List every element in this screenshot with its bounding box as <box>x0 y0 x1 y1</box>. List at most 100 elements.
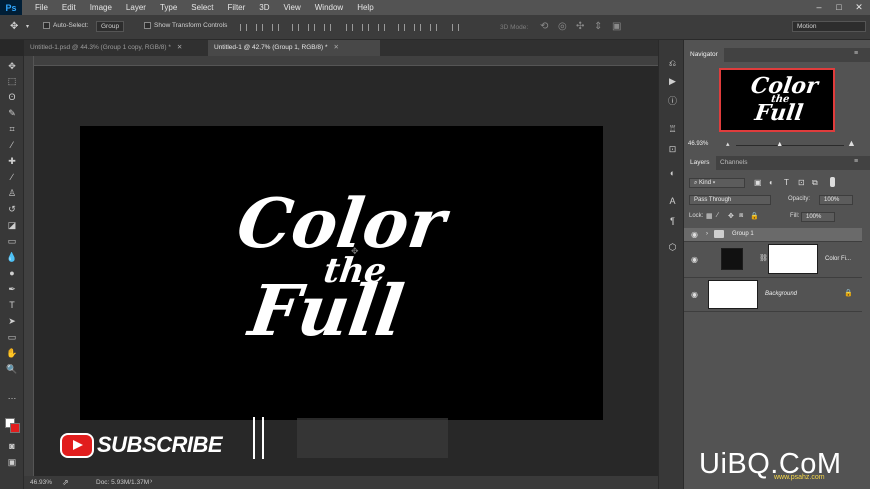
tab-channels[interactable]: Channels <box>714 156 753 170</box>
distribute-center-icon[interactable] <box>362 24 369 31</box>
menu-layer[interactable]: Layer <box>119 3 153 12</box>
3d-icon[interactable]: ⬡ <box>667 242 678 253</box>
chevron-right-icon[interactable]: › <box>150 478 152 485</box>
show-transform-checkbox[interactable] <box>144 22 151 29</box>
more-tools-icon[interactable]: … <box>5 390 19 403</box>
menu-help[interactable]: Help <box>350 3 380 12</box>
export-icon[interactable]: ⇗ <box>62 478 69 487</box>
eye-icon[interactable]: ◉ <box>691 255 700 264</box>
move-tool-icon[interactable]: ✥ <box>5 60 19 73</box>
lock-image-icon[interactable]: ∕ <box>717 212 718 219</box>
paragraph-icon[interactable]: ¶ <box>667 216 678 227</box>
path-selection-tool-icon[interactable]: ➤ <box>5 315 19 328</box>
chevron-right-icon[interactable]: › <box>706 231 708 237</box>
eye-icon[interactable]: ◉ <box>691 230 700 239</box>
type-filter-icon[interactable]: T <box>784 178 789 187</box>
smart-object-filter-icon[interactable]: ⧉ <box>812 178 818 188</box>
align-right-icon[interactable] <box>324 24 331 31</box>
pen-tool-icon[interactable]: ✒ <box>5 283 19 296</box>
chevron-down-icon[interactable]: ▾ <box>26 23 29 30</box>
info-icon[interactable]: ⓘ <box>667 96 678 107</box>
type-tool-icon[interactable]: T <box>5 299 19 312</box>
3d-slide-icon[interactable]: ⇕ <box>594 21 602 32</box>
menu-file[interactable]: File <box>28 3 55 12</box>
eraser-tool-icon[interactable]: ◪ <box>5 219 19 232</box>
dodge-tool-icon[interactable]: ● <box>5 267 19 280</box>
menu-filter[interactable]: Filter <box>221 3 253 12</box>
pixel-filter-icon[interactable]: ▣ <box>754 178 762 187</box>
tab-untitled-1-psd[interactable]: Untitled-1.psd @ 44.3% (Group 1 copy, RG… <box>24 40 207 56</box>
align-vertical-center-icon[interactable] <box>256 24 263 31</box>
auto-select-dropdown[interactable]: Group <box>96 21 125 32</box>
move-tool-icon[interactable]: ✥ <box>10 21 18 32</box>
healing-brush-tool-icon[interactable]: ✚ <box>5 155 19 168</box>
align-left-icon[interactable] <box>292 24 299 31</box>
maximize-button[interactable]: □ <box>830 0 848 15</box>
zoom-out-icon[interactable]: ▴ <box>726 140 730 148</box>
align-bottom-icon[interactable] <box>272 24 279 31</box>
close-icon[interactable]: ✕ <box>177 44 182 51</box>
character-icon[interactable]: A <box>667 196 678 207</box>
auto-select-checkbox[interactable] <box>43 22 50 29</box>
brush-tool-icon[interactable]: ∕ <box>5 171 19 184</box>
background-color-swatch[interactable] <box>10 423 20 433</box>
zoom-level[interactable]: 46.93% <box>30 479 52 486</box>
shape-filter-icon[interactable]: ⊡ <box>798 178 805 187</box>
history-brush-tool-icon[interactable]: ↺ <box>5 203 19 216</box>
gradient-tool-icon[interactable]: ▭ <box>5 235 19 248</box>
lasso-tool-icon[interactable]: ʘ <box>5 91 19 104</box>
panel-menu-icon[interactable]: ≡ <box>854 50 858 57</box>
distribute-top-icon[interactable] <box>346 24 353 31</box>
navigator-thumbnail[interactable]: Color the Full <box>719 68 835 132</box>
adjustment-filter-icon[interactable]: ◐ <box>769 178 774 187</box>
menu-image[interactable]: Image <box>83 3 119 12</box>
panel-menu-icon[interactable]: ≡ <box>854 158 858 165</box>
layer-filter-dropdown[interactable]: ⌕ Kind ▾ <box>689 178 745 188</box>
document-canvas[interactable]: Color the Full ✥ <box>80 126 603 420</box>
quick-select-tool-icon[interactable]: ✎ <box>5 107 19 120</box>
distribute-bottom-icon[interactable] <box>378 24 385 31</box>
menu-window[interactable]: Window <box>308 3 350 12</box>
play-icon[interactable]: ▶ <box>667 76 678 87</box>
fill-input[interactable]: 100% <box>801 212 835 222</box>
link-icon[interactable]: ⛓ <box>759 254 768 262</box>
align-top-icon[interactable] <box>240 24 247 31</box>
menu-3d[interactable]: 3D <box>252 3 276 12</box>
tab-untitled-1[interactable]: Untitled-1 @ 42.7% (Group 1, RGB/8) * ✕ <box>208 40 380 56</box>
auto-align-icon[interactable] <box>452 24 459 31</box>
layer-row-background[interactable]: ◉ Background 🔒 <box>684 278 862 312</box>
layer-mask-thumbnail[interactable] <box>768 244 818 274</box>
3d-scale-icon[interactable]: ▣ <box>612 21 621 32</box>
navigator-zoom-value[interactable]: 46.93% <box>688 141 708 147</box>
zoom-tool-icon[interactable]: 🔍 <box>5 363 19 376</box>
layer-row-color-fill[interactable]: ◉ ⛓ Color Fi... <box>684 242 862 278</box>
crop-tool-icon[interactable]: ⌗ <box>5 123 19 136</box>
menu-type[interactable]: Type <box>153 3 184 12</box>
align-horizontal-center-icon[interactable] <box>308 24 315 31</box>
minimize-button[interactable]: – <box>810 0 828 15</box>
clone-stamp-tool-icon[interactable]: ♙ <box>5 187 19 200</box>
screen-mode-icon[interactable]: ▣ <box>5 456 19 469</box>
quick-mask-icon[interactable]: ◙ <box>5 440 19 453</box>
tab-navigator[interactable]: Navigator <box>684 48 724 62</box>
distribute-hcenter-icon[interactable] <box>414 24 421 31</box>
eyedropper-tool-icon[interactable]: ⁄ <box>5 139 19 152</box>
zoom-slider-knob[interactable]: ▲ <box>776 141 783 148</box>
history-icon[interactable]: ⎌ <box>667 58 678 69</box>
lock-all-icon[interactable]: 🔒 <box>750 212 759 220</box>
close-button[interactable]: ✕ <box>850 0 868 15</box>
zoom-in-icon[interactable]: ▲ <box>847 138 856 148</box>
workspace-dropdown[interactable]: Motion <box>792 21 866 32</box>
hand-tool-icon[interactable]: ✋ <box>5 347 19 360</box>
blur-tool-icon[interactable]: 💧 <box>5 251 19 264</box>
menu-select[interactable]: Select <box>184 3 220 12</box>
tab-layers[interactable]: Layers <box>684 156 716 170</box>
brush-presets-icon[interactable]: ♖ <box>667 124 678 135</box>
lock-position-icon[interactable]: ✥ <box>728 212 734 220</box>
3d-roll-icon[interactable]: ◎ <box>558 21 567 32</box>
3d-drag-icon[interactable]: ✣ <box>576 21 584 32</box>
3d-rotate-icon[interactable]: ⟲ <box>540 21 548 32</box>
eye-icon[interactable]: ◉ <box>691 290 700 299</box>
close-icon[interactable]: ✕ <box>334 44 339 51</box>
filter-toggle[interactable] <box>830 177 835 187</box>
